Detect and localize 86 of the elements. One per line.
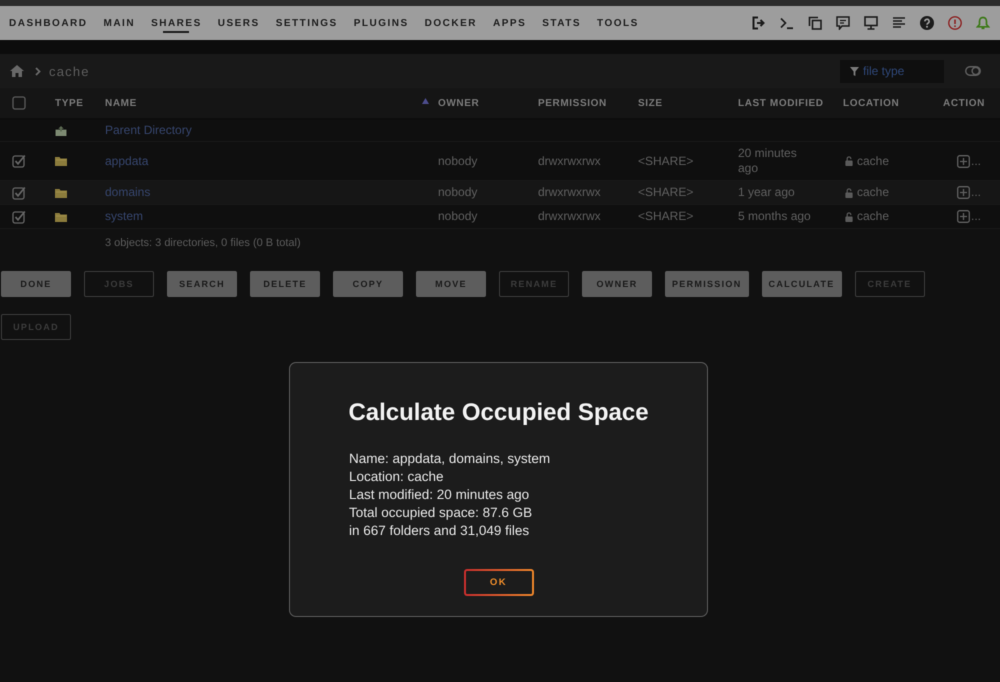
- column-header[interactable]: LAST MODIFIED: [738, 98, 824, 108]
- more-actions-text[interactable]: ...: [971, 185, 982, 200]
- toggle-icon[interactable]: [965, 66, 981, 76]
- size-cell: <SHARE>: [638, 185, 694, 200]
- plus-square-icon[interactable]: [957, 186, 970, 199]
- comment-icon[interactable]: [836, 16, 850, 30]
- parent-folder-icon: [55, 126, 67, 136]
- funnel-icon: [850, 66, 859, 76]
- folder-icon: [55, 212, 67, 222]
- chevron-icon: [35, 66, 41, 76]
- more-actions-text[interactable]: ...: [971, 209, 982, 224]
- ok-button[interactable]: OK: [464, 569, 534, 596]
- modified-cell: 1 year ago: [738, 185, 795, 200]
- folder-name-link[interactable]: system: [105, 209, 144, 224]
- monitor-icon[interactable]: [864, 16, 878, 30]
- modified-cell: 5 months ago: [738, 209, 811, 224]
- nav-tab[interactable]: USERS: [218, 6, 260, 40]
- permission-cell: drwxrwxrwx: [538, 185, 601, 200]
- unlocked-padlock-icon: [845, 156, 853, 166]
- summary-text: 3 objects: 3 directories, 0 files (0 B total): [105, 237, 301, 249]
- dialog-title: Calculate Occupied Space: [347, 399, 650, 427]
- nav-tab[interactable]: DOCKER: [424, 6, 478, 40]
- location-cell: cache: [857, 185, 890, 200]
- nav-tab[interactable]: STATS: [542, 6, 582, 40]
- owner-cell: nobody: [438, 154, 478, 168]
- action-button[interactable]: CALCULATE: [762, 271, 842, 297]
- column-header[interactable]: SIZE: [638, 98, 663, 108]
- nav-tab[interactable]: SHARES: [151, 6, 202, 40]
- action-button[interactable]: DELETE: [250, 271, 320, 297]
- select-all-checkbox[interactable]: [12, 96, 26, 110]
- owner-cell: nobody: [438, 209, 478, 224]
- nav-tab[interactable]: TOOLS: [597, 6, 639, 40]
- permission-cell: drwxrwxrwx: [538, 154, 601, 168]
- row-checkbox[interactable]: [12, 210, 26, 224]
- nav-tab[interactable]: SETTINGS: [276, 6, 338, 40]
- column-header[interactable]: NAME: [105, 98, 137, 108]
- column-header[interactable]: ACTION: [943, 98, 985, 108]
- alert-icon[interactable]: [948, 16, 962, 30]
- size-cell: <SHARE>: [638, 209, 694, 224]
- home-icon[interactable]: [10, 65, 24, 77]
- nav-tab[interactable]: PLUGINS: [354, 6, 409, 40]
- plus-square-icon[interactable]: [957, 154, 970, 168]
- column-header[interactable]: OWNER: [438, 98, 480, 108]
- location-cell: cache: [857, 154, 890, 168]
- column-header[interactable]: PERMISSION: [538, 98, 607, 108]
- folder-name-link[interactable]: Parent Directory: [105, 123, 192, 138]
- row-checkbox[interactable]: [12, 154, 26, 168]
- column-header[interactable]: TYPE: [55, 98, 84, 108]
- folder-icon: [55, 188, 67, 198]
- logout-icon[interactable]: [752, 16, 766, 30]
- folder-name-link[interactable]: appdata: [105, 154, 148, 168]
- action-button[interactable]: MOVE: [416, 271, 486, 297]
- action-button[interactable]: SEARCH: [167, 271, 237, 297]
- dialog-info-line: Last modified: 20 minutes ago: [349, 486, 530, 504]
- copy-icon[interactable]: [808, 16, 822, 30]
- action-button[interactable]: PERMISSION: [665, 271, 749, 297]
- sort-ascending-icon[interactable]: [422, 98, 429, 104]
- size-cell: <SHARE>: [638, 154, 694, 168]
- dialog-info-line: Name: appdata, domains, system: [349, 450, 552, 468]
- dialog-info-line: Total occupied space: 87.6 GB: [349, 504, 534, 522]
- dialog-info-line: in 667 folders and 31,049 files: [349, 522, 530, 540]
- row-checkbox[interactable]: [12, 186, 26, 200]
- unlocked-padlock-icon: [845, 212, 853, 222]
- action-button[interactable]: COPY: [333, 271, 403, 297]
- action-button[interactable]: OWNER: [582, 271, 652, 297]
- bell-icon[interactable]: [976, 16, 990, 30]
- permission-cell: drwxrwxrwx: [538, 209, 601, 224]
- unlocked-padlock-icon: [845, 188, 853, 198]
- dialog-info-line: Location: cache: [349, 468, 445, 486]
- filter-field[interactable]: file type: [840, 60, 944, 82]
- help-icon[interactable]: [920, 16, 934, 30]
- folder-name-link[interactable]: domains: [105, 185, 150, 200]
- terminal-icon[interactable]: [780, 16, 794, 30]
- plus-square-icon[interactable]: [957, 210, 970, 223]
- folder-icon: [55, 156, 67, 166]
- breadcrumb-link[interactable]: cache: [49, 64, 90, 78]
- nav-tab[interactable]: APPS: [493, 6, 526, 40]
- owner-cell: nobody: [438, 185, 478, 200]
- location-cell: cache: [857, 209, 890, 224]
- nav-tab[interactable]: DASHBOARD: [9, 6, 88, 40]
- column-header[interactable]: LOCATION: [843, 98, 900, 108]
- nav-tab[interactable]: MAIN: [104, 6, 136, 40]
- action-button[interactable]: DONE: [1, 271, 71, 297]
- more-actions-text[interactable]: ...: [971, 154, 982, 168]
- list-icon[interactable]: [892, 16, 906, 30]
- modified-cell-text: 20 minutes ago: [738, 146, 798, 176]
